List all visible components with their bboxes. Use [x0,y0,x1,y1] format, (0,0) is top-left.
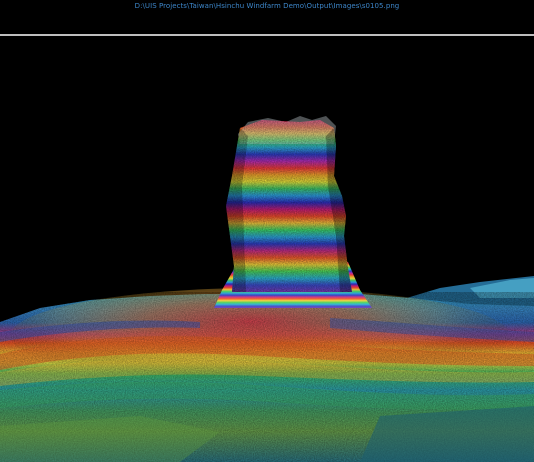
file-path-title: D:\UIS Projects\Taiwan\Hsinchu Windfarm … [134,2,400,10]
image-viewport[interactable] [0,36,534,462]
sonar-3d-render-icon [0,116,534,462]
title-bar: D:\UIS Projects\Taiwan\Hsinchu Windfarm … [0,0,534,34]
image-viewer-window: D:\UIS Projects\Taiwan\Hsinchu Windfarm … [0,0,534,462]
